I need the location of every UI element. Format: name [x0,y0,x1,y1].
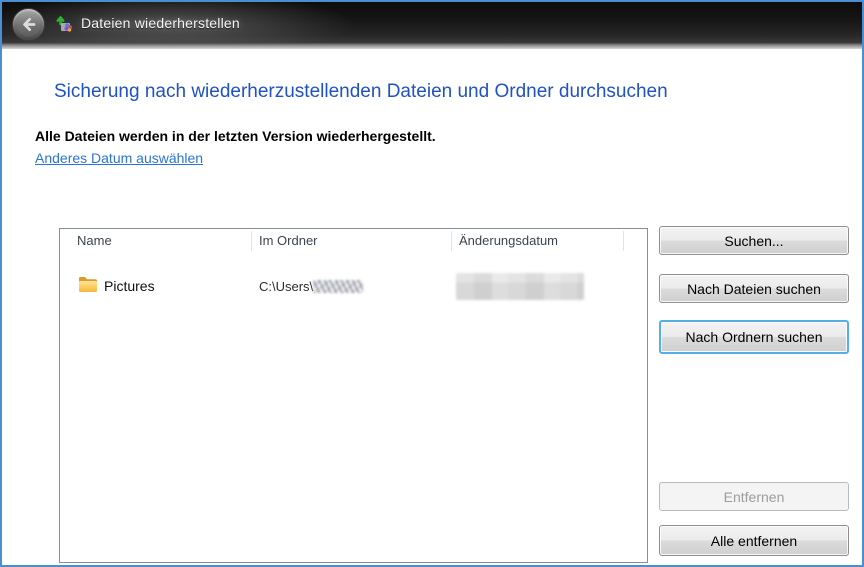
column-separator [623,231,624,251]
redacted-username [313,280,364,293]
titlebar-bottom-strip [2,43,862,49]
column-header-name[interactable]: Name [77,233,112,248]
item-path-prefix: C:\Users\ [259,279,314,294]
list-header: Name Im Ordner Änderungsdatum [60,229,647,253]
restore-items-list: Name Im Ordner Änderungsdatum Pictures C… [59,228,648,563]
search-folders-button[interactable]: Nach Ordnern suchen [659,320,849,354]
remove-all-button[interactable]: Alle entfernen [659,525,849,556]
window-title: Dateien wiederherstellen [81,15,240,31]
item-folder-path: C:\Users\ [259,279,364,294]
restore-description: Alle Dateien werden in der letzten Versi… [35,128,436,144]
titlebar: Dateien wiederherstellen [2,2,862,43]
remove-button[interactable]: Entfernen [659,482,849,511]
column-header-modified-date[interactable]: Änderungsdatum [459,233,558,248]
column-header-folder[interactable]: Im Ordner [259,233,318,248]
folder-icon [78,276,98,293]
column-separator [451,231,452,251]
item-name: Pictures [104,278,155,294]
column-separator [251,231,252,251]
page-title: Sicherung nach wiederherzustellenden Dat… [54,81,668,102]
restore-files-window: Dateien wiederherstellen Sicherung nach … [0,0,864,567]
search-button[interactable]: Suchen... [659,226,849,255]
restore-files-icon [55,13,75,33]
list-item-pictures[interactable]: Pictures C:\Users\ [61,271,646,301]
back-arrow-icon [19,15,38,34]
choose-other-date-link[interactable]: Anderes Datum auswählen [35,150,203,166]
search-files-button[interactable]: Nach Dateien suchen [659,274,849,303]
redacted-modified-date [456,273,584,300]
back-button[interactable] [12,8,45,41]
